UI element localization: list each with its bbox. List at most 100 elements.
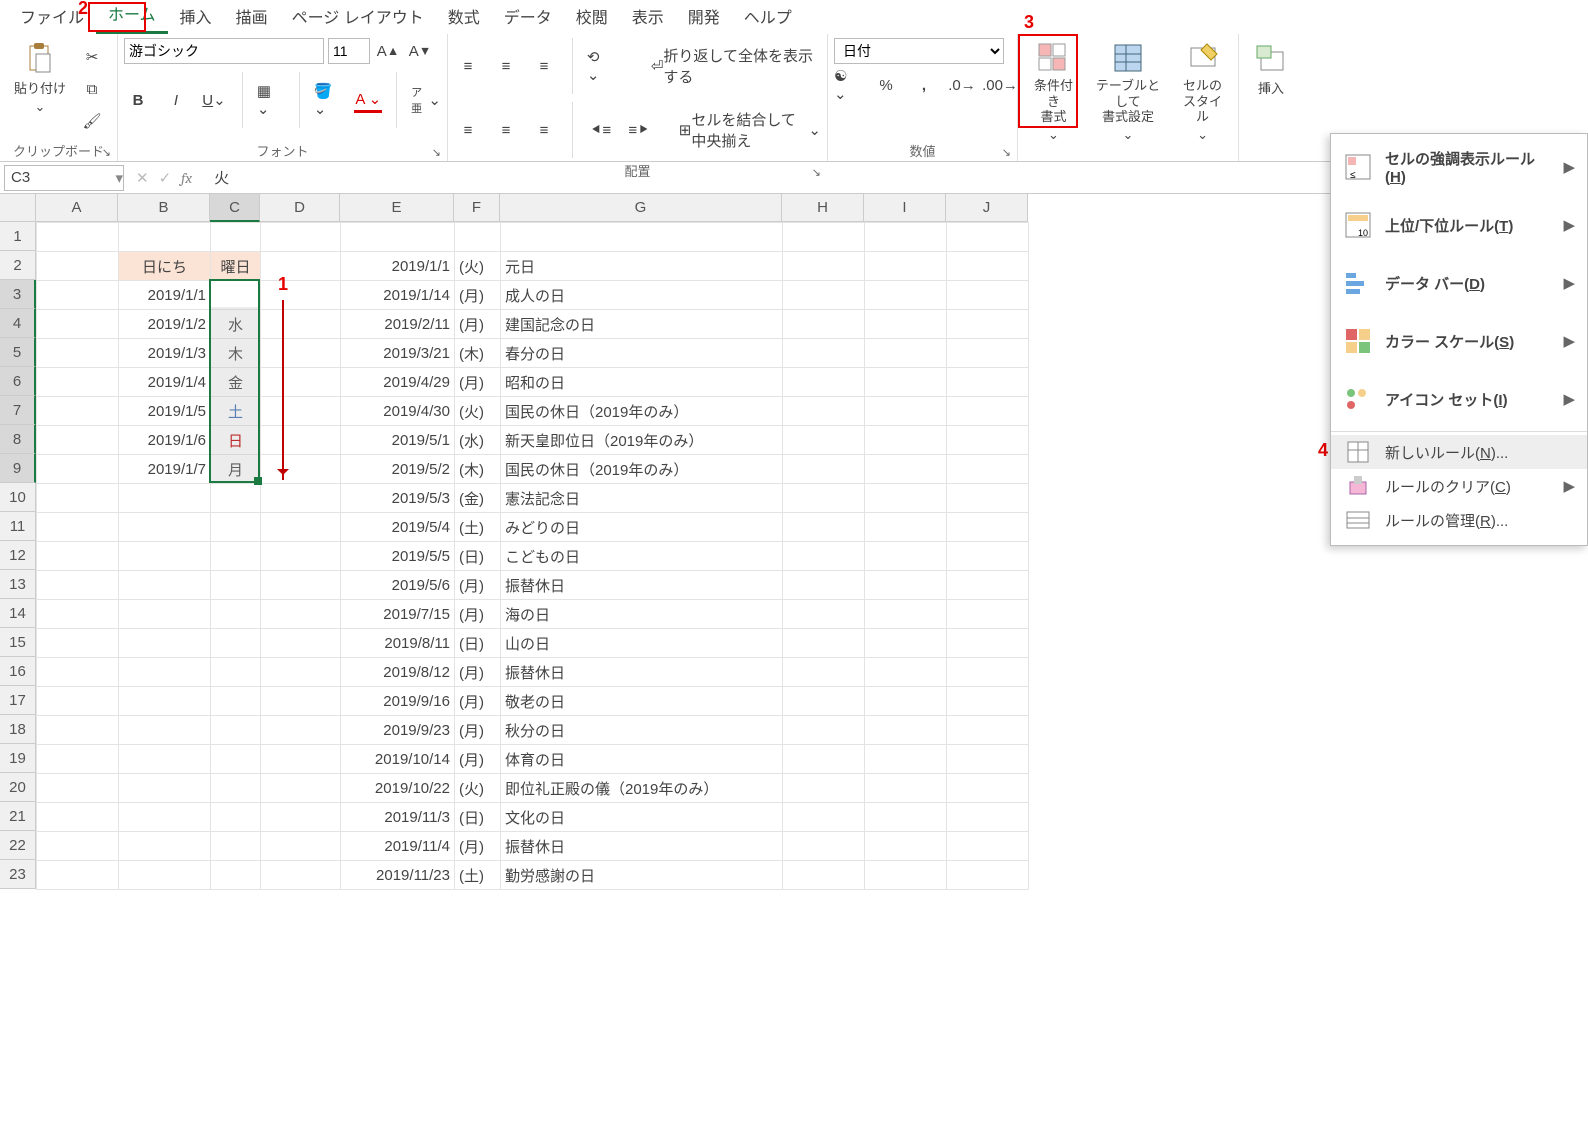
cell-F11[interactable]: (土) (455, 513, 501, 542)
cell-H23[interactable] (783, 861, 865, 890)
cell-F20[interactable]: (火) (455, 774, 501, 803)
cell-D7[interactable] (261, 397, 341, 426)
cell-A16[interactable] (37, 658, 119, 687)
orientation-button[interactable]: ⟲ ⌄ (587, 53, 615, 79)
percent-format-icon[interactable]: % (872, 72, 900, 98)
row-header-9[interactable]: 9 (0, 454, 36, 483)
cell-J23[interactable] (947, 861, 1029, 890)
cell-I21[interactable] (865, 803, 947, 832)
accounting-format-icon[interactable]: ☯ ⌄ (834, 72, 862, 98)
cell-B18[interactable] (119, 716, 211, 745)
cell-D15[interactable] (261, 629, 341, 658)
cell-C18[interactable] (211, 716, 261, 745)
cell-E20[interactable]: 2019/10/22 (341, 774, 455, 803)
cell-J17[interactable] (947, 687, 1029, 716)
cell-I23[interactable] (865, 861, 947, 890)
cell-G17[interactable]: 敬老の日 (501, 687, 783, 716)
name-box[interactable]: C3▾ (4, 165, 124, 191)
cell-D12[interactable] (261, 542, 341, 571)
col-header-H[interactable]: H (782, 194, 864, 222)
border-button[interactable]: ▦ ⌄ (257, 87, 285, 113)
cell-C22[interactable] (211, 832, 261, 861)
cell-D6[interactable] (261, 368, 341, 397)
col-header-C[interactable]: C (210, 194, 260, 222)
cell-A4[interactable] (37, 310, 119, 339)
cell-D20[interactable] (261, 774, 341, 803)
cell-A20[interactable] (37, 774, 119, 803)
row-header-18[interactable]: 18 (0, 715, 36, 744)
cell-H9[interactable] (783, 455, 865, 484)
col-header-A[interactable]: A (36, 194, 118, 222)
cell-E7[interactable]: 2019/4/30 (341, 397, 455, 426)
cell-G3[interactable]: 成人の日 (501, 281, 783, 310)
cell-H22[interactable] (783, 832, 865, 861)
cell-G13[interactable]: 振替休日 (501, 571, 783, 600)
cell-A21[interactable] (37, 803, 119, 832)
cell-I2[interactable] (865, 252, 947, 281)
row-header-2[interactable]: 2 (0, 251, 36, 280)
cell-C21[interactable] (211, 803, 261, 832)
cell-D3[interactable] (261, 281, 341, 310)
row-header-7[interactable]: 7 (0, 396, 36, 425)
cell-J10[interactable] (947, 484, 1029, 513)
dd-highlight[interactable]: ≤セルの強調表示ルール(H)▶ (1331, 138, 1587, 196)
indent-decrease-icon[interactable]: ⯇≡ (587, 117, 615, 143)
cell-E6[interactable]: 2019/4/29 (341, 368, 455, 397)
cell-D9[interactable] (261, 455, 341, 484)
cell-G5[interactable]: 春分の日 (501, 339, 783, 368)
cell-A5[interactable] (37, 339, 119, 368)
cell-D4[interactable] (261, 310, 341, 339)
menu-挿入[interactable]: 挿入 (168, 0, 224, 34)
cell-H1[interactable] (783, 223, 865, 252)
cell-J1[interactable] (947, 223, 1029, 252)
row-header-17[interactable]: 17 (0, 686, 36, 715)
cell-J16[interactable] (947, 658, 1029, 687)
cell-B3[interactable]: 2019/1/1 (119, 281, 211, 310)
cell-B7[interactable]: 2019/1/5 (119, 397, 211, 426)
cell-A1[interactable] (37, 223, 119, 252)
cell-E17[interactable]: 2019/9/16 (341, 687, 455, 716)
cell-B13[interactable] (119, 571, 211, 600)
cell-I10[interactable] (865, 484, 947, 513)
row-header-8[interactable]: 8 (0, 425, 36, 454)
font-color-button[interactable]: A ⌄ (354, 87, 382, 113)
menu-ファイル[interactable]: ファイル (8, 0, 96, 34)
underline-button[interactable]: U ⌄ (200, 87, 228, 113)
cell-H8[interactable] (783, 426, 865, 455)
cell-E11[interactable]: 2019/5/4 (341, 513, 455, 542)
cell-C3[interactable]: 火 (211, 281, 261, 310)
cell-D21[interactable] (261, 803, 341, 832)
row-header-23[interactable]: 23 (0, 860, 36, 889)
row-header-5[interactable]: 5 (0, 338, 36, 367)
cell-J15[interactable] (947, 629, 1029, 658)
cell-I19[interactable] (865, 745, 947, 774)
cell-H19[interactable] (783, 745, 865, 774)
cell-F23[interactable]: (土) (455, 861, 501, 890)
cell-H15[interactable] (783, 629, 865, 658)
dd-newrule[interactable]: 新しいルール(N)... (1331, 435, 1587, 469)
italic-button[interactable]: I (162, 87, 190, 113)
cell-A10[interactable] (37, 484, 119, 513)
align-bottom-icon[interactable]: ≡ (530, 53, 558, 79)
increase-decimal-icon[interactable]: .0→ (948, 72, 976, 98)
cell-C9[interactable]: 月 (211, 455, 261, 484)
cell-B15[interactable] (119, 629, 211, 658)
cell-B20[interactable] (119, 774, 211, 803)
cell-E5[interactable]: 2019/3/21 (341, 339, 455, 368)
cell-E16[interactable]: 2019/8/12 (341, 658, 455, 687)
cell-H2[interactable] (783, 252, 865, 281)
font-dialog-icon[interactable]: ↘ (432, 146, 441, 159)
cell-I8[interactable] (865, 426, 947, 455)
menu-校閲[interactable]: 校閲 (564, 0, 620, 34)
cell-D10[interactable] (261, 484, 341, 513)
conditional-format-button[interactable]: 条件付き 書式⌄ (1024, 38, 1083, 161)
row-header-6[interactable]: 6 (0, 367, 36, 396)
col-header-J[interactable]: J (946, 194, 1028, 222)
cell-C6[interactable]: 金 (211, 368, 261, 397)
cell-J4[interactable] (947, 310, 1029, 339)
cell-E19[interactable]: 2019/10/14 (341, 745, 455, 774)
dd-toprank[interactable]: 10上位/下位ルール(T)▶ (1331, 196, 1587, 254)
cell-J2[interactable] (947, 252, 1029, 281)
cell-B14[interactable] (119, 600, 211, 629)
cell-B5[interactable]: 2019/1/3 (119, 339, 211, 368)
